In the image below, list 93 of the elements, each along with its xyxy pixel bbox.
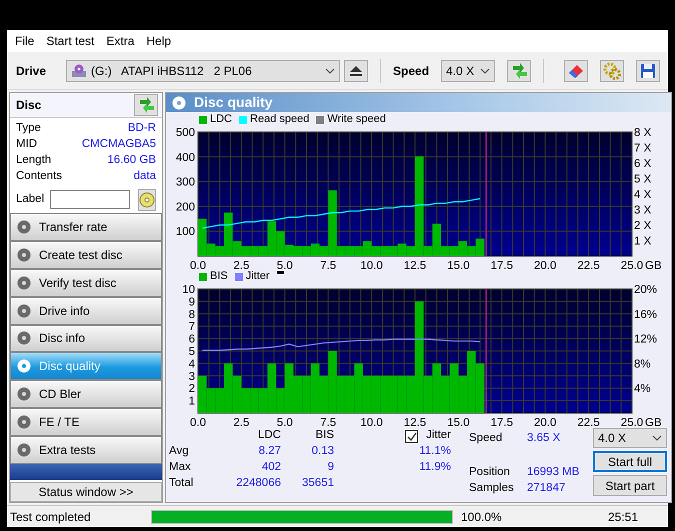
axis-label: 15.0 xyxy=(447,260,470,269)
axis-label: 100 xyxy=(176,226,195,238)
speed-label: Speed xyxy=(393,62,430,80)
panel-title: Disc quality xyxy=(194,93,273,112)
axis-label: 7.5 xyxy=(320,260,336,269)
axis-label: 5.0 xyxy=(276,260,293,269)
legend-label: Write speed xyxy=(327,112,386,128)
progress-percent: 100.0% xyxy=(461,508,502,526)
panel-heading: Disc xyxy=(16,96,42,114)
column-header: LDC xyxy=(256,428,281,444)
field-label: MID xyxy=(16,137,38,152)
reading-value: 16993 MB xyxy=(527,465,580,480)
legend-label: Jitter xyxy=(246,269,270,284)
reading-label: Speed xyxy=(469,430,504,446)
axis-label: 5.0 xyxy=(276,417,293,426)
legend-label: BIS xyxy=(210,269,228,284)
axis-label: 20% xyxy=(634,284,658,296)
axis-label: 8 X xyxy=(634,127,652,139)
reading-value: 271847 xyxy=(527,481,566,496)
legend-label: Read speed xyxy=(250,112,310,128)
axis-label: 6 xyxy=(188,334,195,346)
row-label: Max xyxy=(169,460,192,476)
stat-value: 8.27 xyxy=(258,444,281,460)
column-header: Jitter xyxy=(426,428,451,444)
field-value: 16.60 GB xyxy=(107,153,156,168)
axis-label: 6 X xyxy=(634,158,652,170)
axis-label: 12% xyxy=(634,334,658,346)
axis-label: 20.0 xyxy=(534,260,556,269)
axis-label: 12.5 xyxy=(404,417,426,426)
axis-label: 20.0 xyxy=(534,417,556,426)
field-label: Label xyxy=(16,192,44,208)
stat-value: 11.9% xyxy=(418,460,451,476)
axis-label: 9 xyxy=(188,296,195,308)
axis-label: 0.0 xyxy=(190,260,206,269)
row-label: Total xyxy=(169,476,194,492)
axis-label: 22.5 xyxy=(577,417,600,426)
axis-label: 15.0 xyxy=(447,417,470,426)
reading-value: 3.65 X xyxy=(527,430,562,446)
stat-value: 35651 xyxy=(301,476,334,492)
axis-label: 7 X xyxy=(634,142,652,154)
axis-label: GB xyxy=(645,417,662,426)
stat-value: 402 xyxy=(260,460,281,476)
column-header: BIS xyxy=(314,428,334,444)
field-value: BD-R xyxy=(128,121,156,136)
axis-label: 7.5 xyxy=(320,417,336,426)
row-label: Avg xyxy=(169,444,190,460)
axis-label: 500 xyxy=(176,127,195,139)
axis-label: 25.0 xyxy=(620,417,644,426)
axis-label: 2 X xyxy=(634,220,652,232)
axis-label: 12.5 xyxy=(404,260,426,269)
axis-label: 0.0 xyxy=(190,417,206,426)
axis-label: 1 X xyxy=(634,236,652,248)
stat-value: 2248066 xyxy=(235,476,281,492)
axis-label: 25.0 xyxy=(620,260,644,269)
axis-label: 10 xyxy=(182,284,195,296)
axis-label: 5 xyxy=(188,346,195,358)
axis-label: 2.5 xyxy=(233,417,250,426)
field-label: Contents xyxy=(16,169,62,184)
axis-label: 7 xyxy=(188,321,195,334)
field-value: CMCMAGBA5 xyxy=(82,137,156,152)
elapsed-time: 25:51 xyxy=(608,508,638,526)
axis-label: 16% xyxy=(634,308,658,321)
axis-label: 17.5 xyxy=(490,260,513,269)
axis-label: 22.5 xyxy=(577,260,600,269)
reading-label: Samples xyxy=(469,481,515,496)
axis-label: 4% xyxy=(634,383,651,396)
axis-label: 1 xyxy=(188,396,195,408)
field-value: data xyxy=(134,169,156,184)
axis-label: 2.5 xyxy=(233,260,250,269)
axis-label: 3 xyxy=(188,370,195,383)
axis-label: 4 xyxy=(188,358,195,370)
legend-label: LDC xyxy=(210,112,232,128)
axis-label: 5 X xyxy=(634,174,652,186)
axis-label: 10.0 xyxy=(360,417,383,426)
axis-label: 17.5 xyxy=(490,417,513,426)
stat-value: 11.1% xyxy=(418,444,451,460)
stat-value: 9 xyxy=(326,460,334,476)
drive-label: Drive xyxy=(16,62,46,80)
axis-label: 300 xyxy=(176,176,195,189)
axis-label: 8 xyxy=(188,308,195,321)
status-message: Test completed xyxy=(9,508,92,526)
axis-label: 10.0 xyxy=(360,260,383,269)
axis-label: 8% xyxy=(634,358,651,370)
axis-label: 3 X xyxy=(634,204,652,216)
reading-label: Position xyxy=(469,465,511,480)
axis-label: GB xyxy=(645,260,662,269)
axis-label: 200 xyxy=(176,201,195,214)
axis-label: 2 xyxy=(188,383,195,396)
field-label: Type xyxy=(16,121,41,136)
axis-label: 400 xyxy=(176,152,195,164)
axis-label: 4 X xyxy=(634,189,652,201)
field-label: Length xyxy=(16,153,52,168)
stat-value: 0.13 xyxy=(310,444,334,460)
